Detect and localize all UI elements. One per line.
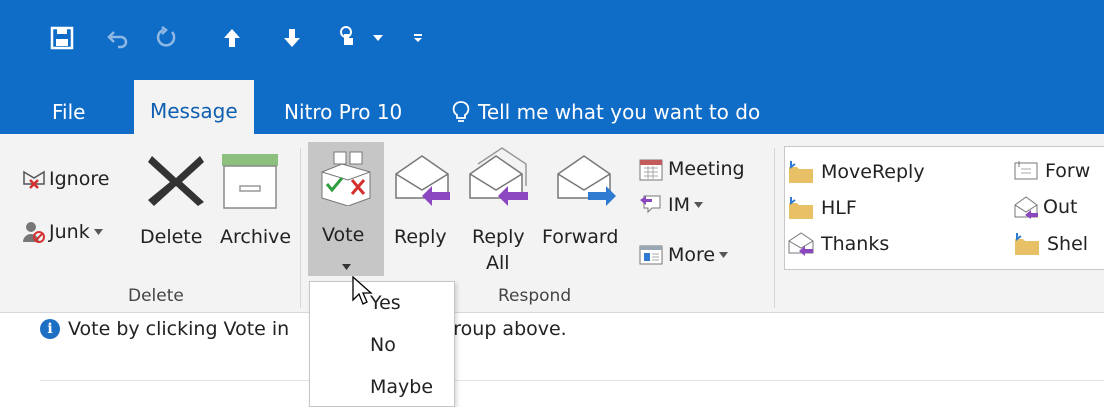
ignore-label: Ignore [49,168,110,190]
quickstep-label: Shel [1047,233,1089,255]
info-icon: i [40,319,60,339]
reply-label: Reply [394,226,447,248]
more-icon [638,242,664,268]
folder-move-icon [1013,231,1041,257]
im-label: IM [668,194,690,216]
vote-option-no[interactable]: No [370,334,396,356]
reply-mail-icon [787,231,815,257]
down-arrow-icon[interactable] [276,18,308,58]
quickstep-forward[interactable]: Forw [1013,159,1090,183]
quickstep-thanks[interactable]: Thanks [787,231,889,257]
delete-label: Delete [140,226,203,248]
chevron-down-icon [719,252,729,258]
forward-icon [556,150,618,210]
tell-me-search[interactable]: Tell me what you want to do [452,90,760,134]
quickstep-label: Out [1043,196,1078,218]
info-text-after: group above. [441,318,567,340]
delete-x-icon [146,152,206,212]
quickstep-out[interactable]: Out [1013,195,1077,219]
reply-icon [392,150,454,210]
tell-me-label: Tell me what you want to do [478,100,761,124]
divider [40,380,1104,381]
undo-icon[interactable] [102,18,134,58]
delete-button[interactable]: Delete [140,144,216,248]
reply-button[interactable]: Reply [388,144,458,248]
group-separator [300,148,301,308]
touch-mode-icon[interactable] [330,18,366,58]
chevron-down-icon [93,229,103,235]
mouse-cursor [352,275,374,310]
junk-icon [22,220,46,244]
calendar-icon [638,156,664,182]
junk-label: Junk [49,221,90,243]
vote-icon [318,150,374,210]
redo-icon[interactable] [150,18,182,58]
quickstep-label: Forw [1045,160,1091,182]
delete-group-label: Delete [128,286,184,306]
chevron-down-icon [694,202,703,208]
more-label: More [668,244,716,266]
tab-message[interactable]: Message [134,80,254,134]
chevron-down-icon [342,264,351,270]
reply-all-label-line2: All [486,252,510,274]
lightbulb-icon [452,100,470,124]
forward-mail-icon [1013,159,1039,183]
im-icon [638,192,664,218]
archive-label: Archive [220,226,292,248]
dropdown-icon[interactable] [368,18,388,58]
im-button[interactable]: IM [638,192,703,218]
quickstep-label: HLF [821,197,857,219]
meeting-button[interactable]: Meeting [638,156,745,182]
customize-icon[interactable] [408,18,428,58]
vote-dropdown-menu: Yes No Maybe [309,281,455,407]
folder-move-icon [787,159,815,185]
group-separator [774,148,775,308]
ignore-button[interactable]: Ignore [22,168,109,190]
vote-button[interactable]: Vote [308,142,384,276]
ribbon: Ignore Junk Delete Archive Delete Vote R… [0,134,1104,313]
quickstep-movereply[interactable]: MoveReply [787,159,925,185]
more-button[interactable]: More [638,242,729,268]
reply-mail-icon [1013,195,1039,219]
reply-all-label-line1: Reply [472,226,525,248]
quickstep-label: Thanks [821,233,890,255]
quickstep-shel[interactable]: Shel [1013,231,1088,257]
reply-all-icon [466,146,532,210]
quick-steps-gallery: MoveReply HLF Thanks Forw Out Shel [784,146,1104,270]
tab-file[interactable]: File [52,90,85,134]
info-bar: i Vote by clicking Vote in group above. [40,318,567,340]
up-arrow-icon[interactable] [216,18,248,58]
vote-option-yes[interactable]: Yes [370,292,401,314]
tab-nitro-pro[interactable]: Nitro Pro 10 [284,90,402,134]
meeting-label: Meeting [668,158,745,180]
reply-all-button[interactable]: Reply All [466,144,536,274]
archive-button[interactable]: Archive [216,144,292,248]
forward-label: Forward [542,226,619,248]
archive-icon [220,152,280,214]
quickstep-label: MoveReply [821,161,925,183]
quick-access-toolbar [0,0,1104,80]
vote-label: Vote [322,224,365,246]
ribbon-tabs: File Message Nitro Pro 10 Tell me what y… [0,80,1104,134]
junk-button[interactable]: Junk [22,220,103,244]
info-text-before: Vote by clicking Vote in [68,318,290,340]
ignore-icon [22,168,46,190]
quickstep-hlf[interactable]: HLF [787,195,857,221]
save-icon[interactable] [46,18,78,58]
respond-group-label: Respond [498,286,572,306]
vote-option-maybe[interactable]: Maybe [370,376,433,398]
forward-button[interactable]: Forward [542,144,628,248]
folder-move-icon [787,195,815,221]
